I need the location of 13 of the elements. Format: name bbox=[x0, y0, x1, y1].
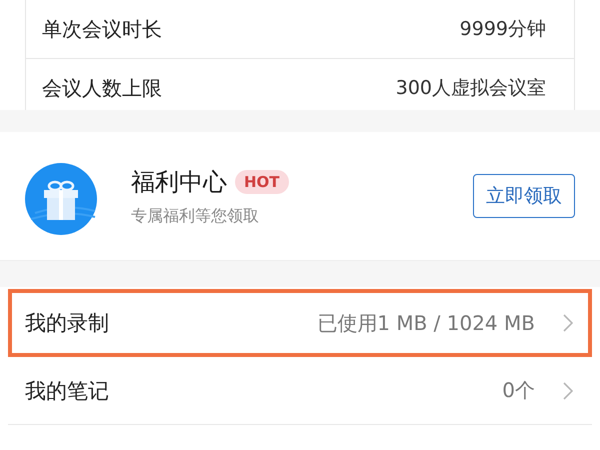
table-cell-text: 9999分钟 bbox=[460, 17, 546, 42]
chevron-right-icon bbox=[563, 382, 573, 400]
welfare-subtitle: 专属福利等您领取 bbox=[131, 206, 260, 226]
welfare-title: 福利中心 bbox=[131, 166, 227, 198]
table-cell-text: 300人虚拟会议室 bbox=[396, 76, 546, 101]
hot-badge: HOT bbox=[235, 170, 289, 194]
table-cell: 单次会议时长 bbox=[42, 16, 162, 42]
claim-button[interactable]: 立即领取 bbox=[473, 174, 575, 218]
table-cell: 会议人数上限 bbox=[42, 74, 162, 102]
menu-item[interactable]: 我的笔记 0个 bbox=[8, 357, 592, 425]
menu-item[interactable]: 我的录制 已使用1 MB / 1024 MB bbox=[8, 289, 592, 357]
chevron-right-icon bbox=[563, 314, 573, 332]
gift-icon bbox=[25, 163, 97, 235]
